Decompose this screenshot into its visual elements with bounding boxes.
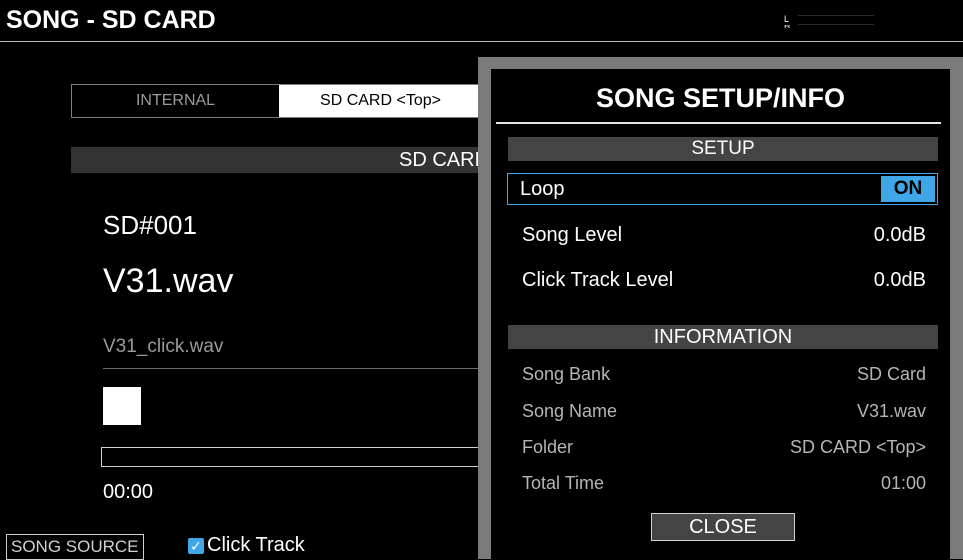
header-divider [0,41,963,42]
song-time: 00:00 [103,481,154,503]
loop-label: Loop [520,178,565,200]
song-divider [103,368,483,369]
info-row-folder: Folder SD CARD <Top> [508,433,938,461]
stop-button[interactable] [103,387,141,425]
click-track-level-row[interactable]: Click Track Level 0.0dB [508,264,938,296]
tab-sd-card[interactable]: SD CARD <Top> [279,85,482,117]
meter-r-label: R [784,24,791,29]
dialog-title-underline [496,122,941,124]
info-value: 01:00 [880,473,926,493]
dialog-title: SONG SETUP/INFO [595,83,846,113]
click-track-label[interactable]: Click Track [207,534,305,557]
song-level-value[interactable]: 0.0dB [874,219,926,251]
info-value: SD Card [856,364,926,384]
close-button[interactable]: CLOSE [651,513,795,541]
song-source-button[interactable]: SONG SOURCE [6,534,144,560]
info-label: Total Time [522,473,605,493]
info-value: V31.wav [856,401,926,421]
info-row-song-name: Song Name V31.wav [508,397,938,425]
song-level-row[interactable]: Song Level 0.0dB [508,219,938,251]
song-number: SD#001 [103,210,197,240]
meter-r-bar [798,24,874,33]
loop-value[interactable]: ON [881,176,935,202]
screen-title: SONG - SD CARD [6,6,216,34]
info-row-song-bank: Song Bank SD Card [508,360,938,388]
level-meter: L R [784,14,874,34]
click-file-name: V31_click.wav [103,336,224,357]
meter-l-bar [798,15,874,24]
tab-internal[interactable]: INTERNAL [72,85,279,117]
folder-band-label: SD CARD <Top> [399,149,481,171]
folder-band: SD CARD <Top> [71,147,481,173]
loop-row[interactable]: Loop ON [507,173,938,205]
info-label: Folder [522,437,574,457]
info-row-total-time: Total Time 01:00 [508,469,938,497]
setup-section-header: SETUP [508,137,938,161]
source-tabs: INTERNAL SD CARD <Top> [71,84,483,118]
dialog-panel: SONG SETUP/INFO SETUP Loop ON Song Level… [491,69,950,559]
click-track-level-label: Click Track Level [522,269,674,291]
info-value: SD CARD <Top> [789,437,926,457]
meter-l-label: L [784,14,790,24]
song-progress-bar[interactable] [101,447,482,467]
song-level-label: Song Level [522,224,623,246]
click-track-level-value[interactable]: 0.0dB [874,264,926,296]
song-setup-info-dialog: SONG SETUP/INFO SETUP Loop ON Song Level… [478,57,963,559]
info-label: Song Bank [522,364,611,384]
song-name[interactable]: V31.wav [103,262,233,301]
information-section-header: INFORMATION [508,325,938,349]
click-track-checkbox[interactable]: ✓ [188,538,204,554]
info-label: Song Name [522,401,618,421]
